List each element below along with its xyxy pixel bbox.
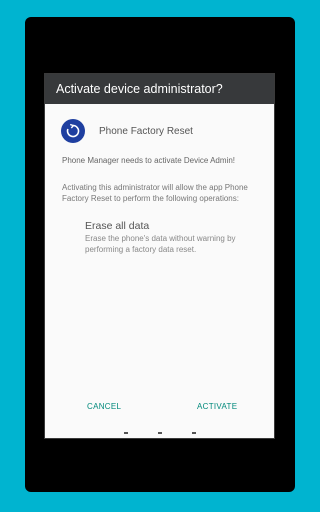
nav-back-marker (123, 432, 128, 434)
activate-button[interactable]: ACTIVATE (197, 402, 237, 411)
request-message: Phone Manager needs to activate Device A… (62, 156, 235, 165)
nav-recents-marker (191, 432, 196, 434)
navigation-bar (45, 429, 274, 437)
policy-description: Erase the phone's data without warning b… (85, 234, 236, 254)
app-name: Phone Factory Reset (99, 125, 193, 137)
policy-item: Erase all data Erase the phone's data wi… (85, 220, 265, 255)
admin-description: Activating this administrator will allow… (62, 183, 248, 203)
refresh-icon (61, 119, 85, 143)
policy-title: Erase all data (85, 220, 150, 232)
dialog-title: Activate device administrator? (45, 74, 274, 104)
app-row: Phone Factory Reset (61, 118, 193, 144)
nav-home-marker (157, 432, 162, 434)
cancel-button[interactable]: CANCEL (87, 402, 121, 411)
device-admin-dialog: Activate device administrator? Phone Fac… (45, 74, 274, 438)
